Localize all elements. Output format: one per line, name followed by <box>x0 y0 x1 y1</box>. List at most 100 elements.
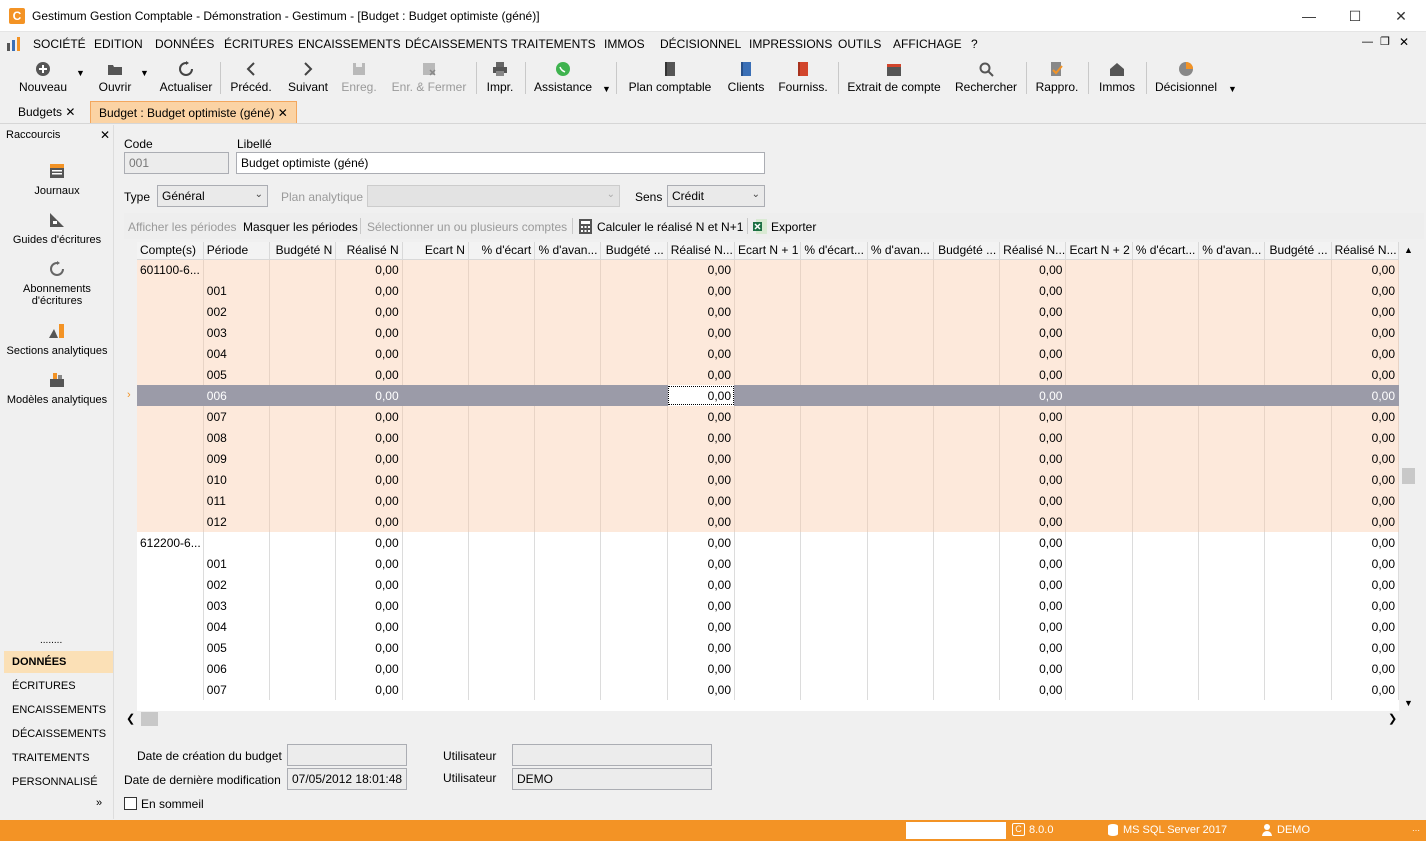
grid-cell-compte[interactable] <box>137 490 204 511</box>
grid-cell[interactable] <box>1132 448 1200 469</box>
grid-cell[interactable] <box>1264 364 1332 385</box>
grid-cell[interactable]: 0,00 <box>667 469 736 490</box>
grid-cell[interactable] <box>534 532 602 553</box>
nav-decaissements[interactable]: DÉCAISSEMENTS <box>4 723 113 745</box>
grid-cell[interactable]: 0,00 <box>999 406 1067 427</box>
grid-cell[interactable] <box>867 553 934 574</box>
grid-cell[interactable]: 0,00 <box>335 364 403 385</box>
grid-cell[interactable] <box>933 511 1001 532</box>
grid-cell-periode[interactable]: 009 <box>203 448 271 469</box>
grid-cell[interactable] <box>468 259 536 280</box>
grid-cell[interactable] <box>734 385 802 406</box>
grid-cell[interactable] <box>1198 259 1266 280</box>
grid-cell[interactable] <box>402 658 469 679</box>
grid-cell[interactable] <box>468 679 536 700</box>
horizontal-scroll-thumb[interactable] <box>141 712 158 726</box>
assistance-button[interactable]: Assistance <box>532 56 594 98</box>
ouvrir-button[interactable]: Ouvrir <box>92 56 138 98</box>
enregistrer-button[interactable]: Enreg. <box>338 56 380 98</box>
grid-cell-periode[interactable] <box>203 259 271 280</box>
grid-cell-compte[interactable]: 601100-6... <box>137 259 204 280</box>
grid-cell[interactable] <box>867 427 934 448</box>
grid-cell[interactable] <box>600 343 668 364</box>
grid-cell[interactable]: 0,00 <box>999 301 1067 322</box>
table-row[interactable]: 006 0,00 0,00 0,00 0,00 <box>137 658 1399 679</box>
grid-cell[interactable] <box>402 574 469 595</box>
grid-cell[interactable] <box>402 490 469 511</box>
grid-cell[interactable] <box>800 301 868 322</box>
grid-cell[interactable] <box>933 385 1001 406</box>
grid-cell[interactable]: 0,00 <box>1331 301 1399 322</box>
grid-cell[interactable]: 0,00 <box>999 511 1067 532</box>
table-row[interactable]: 010 0,00 0,00 0,00 0,00 <box>137 469 1399 490</box>
table-row[interactable]: 001 0,00 0,00 0,00 0,00 <box>137 553 1399 574</box>
grid-cell[interactable] <box>534 322 602 343</box>
grid-cell[interactable] <box>534 511 602 532</box>
grid-cell[interactable] <box>933 343 1001 364</box>
menu-donnees[interactable]: DONNÉES <box>155 37 214 51</box>
maximize-button[interactable]: ☐ <box>1332 0 1378 32</box>
grid-column-header[interactable]: Budgété N <box>269 242 337 260</box>
grid-cell[interactable] <box>269 406 337 427</box>
grid-cell[interactable]: 0,00 <box>335 406 403 427</box>
grid-cell[interactable] <box>867 595 934 616</box>
afficher-periodes-button[interactable]: Afficher les périodes <box>128 220 237 234</box>
grid-cell-periode[interactable]: 001 <box>203 280 271 301</box>
grid-cell[interactable] <box>534 490 602 511</box>
chevron-double-down-icon[interactable]: » <box>96 797 102 809</box>
grid-cell[interactable] <box>933 658 1001 679</box>
menu-decaissements[interactable]: DÉCAISSEMENTS <box>405 37 508 51</box>
grid-cell[interactable] <box>534 301 602 322</box>
grid-column-header[interactable]: % d'avan... <box>867 242 934 260</box>
grid-cell[interactable] <box>534 637 602 658</box>
grid-cell[interactable] <box>269 280 337 301</box>
grid-cell-compte[interactable] <box>137 343 204 364</box>
grid-cell[interactable] <box>800 385 868 406</box>
grid-cell[interactable]: 0,00 <box>999 658 1067 679</box>
nouveau-dropdown-icon[interactable]: ▼ <box>76 68 85 78</box>
grid-cell[interactable]: 0,00 <box>1331 658 1399 679</box>
grid-cell[interactable] <box>867 658 934 679</box>
grid-cell-compte[interactable] <box>137 637 204 658</box>
grid-cell[interactable] <box>600 406 668 427</box>
grid-column-header[interactable]: Réalisé N... <box>667 242 736 260</box>
grid-cell[interactable] <box>269 490 337 511</box>
grid-cell[interactable] <box>1198 616 1266 637</box>
rechercher-button[interactable]: Rechercher <box>954 56 1018 98</box>
grid-cell[interactable] <box>1132 301 1200 322</box>
grid-cell[interactable] <box>269 553 337 574</box>
grid-cell[interactable] <box>1065 469 1133 490</box>
enregistrer-fermer-button[interactable]: Enr. & Fermer <box>388 56 470 98</box>
grid-cell[interactable] <box>734 427 802 448</box>
grid-cell[interactable] <box>402 322 469 343</box>
grid-column-header[interactable]: Réalisé N... <box>999 242 1067 260</box>
grid-cell-compte[interactable] <box>137 679 204 700</box>
scroll-left-icon[interactable]: ❮ <box>126 712 135 725</box>
shortcut-abonnements[interactable]: Abonnements d'écritures <box>0 260 114 307</box>
grid-cell-compte[interactable] <box>137 406 204 427</box>
grid-cell[interactable] <box>800 679 868 700</box>
grid-cell[interactable] <box>269 364 337 385</box>
grid-cell[interactable] <box>734 343 802 364</box>
grid-cell[interactable] <box>534 406 602 427</box>
grid-cell[interactable] <box>800 469 868 490</box>
grid-cell[interactable] <box>269 343 337 364</box>
grid-cell[interactable]: 0,00 <box>335 469 403 490</box>
mdi-restore-icon[interactable]: ❐ <box>1380 35 1390 48</box>
vertical-scroll-thumb[interactable] <box>1402 468 1415 484</box>
grid-cell[interactable] <box>734 637 802 658</box>
grid-cell[interactable] <box>1264 553 1332 574</box>
grid-cell[interactable] <box>933 469 1001 490</box>
grid-cell[interactable] <box>402 406 469 427</box>
en-sommeil-checkbox[interactable] <box>124 797 137 810</box>
grid-cell[interactable] <box>1132 553 1200 574</box>
grid-cell[interactable] <box>734 511 802 532</box>
grid-cell[interactable] <box>1198 574 1266 595</box>
grid-cell[interactable] <box>1198 490 1266 511</box>
grid-cell[interactable] <box>933 301 1001 322</box>
grid-cell[interactable]: 0,00 <box>1331 406 1399 427</box>
grid-cell-periode[interactable]: 008 <box>203 427 271 448</box>
grid-cell[interactable] <box>1065 616 1133 637</box>
grid-cell-periode[interactable]: 012 <box>203 511 271 532</box>
grid-cell[interactable] <box>600 490 668 511</box>
